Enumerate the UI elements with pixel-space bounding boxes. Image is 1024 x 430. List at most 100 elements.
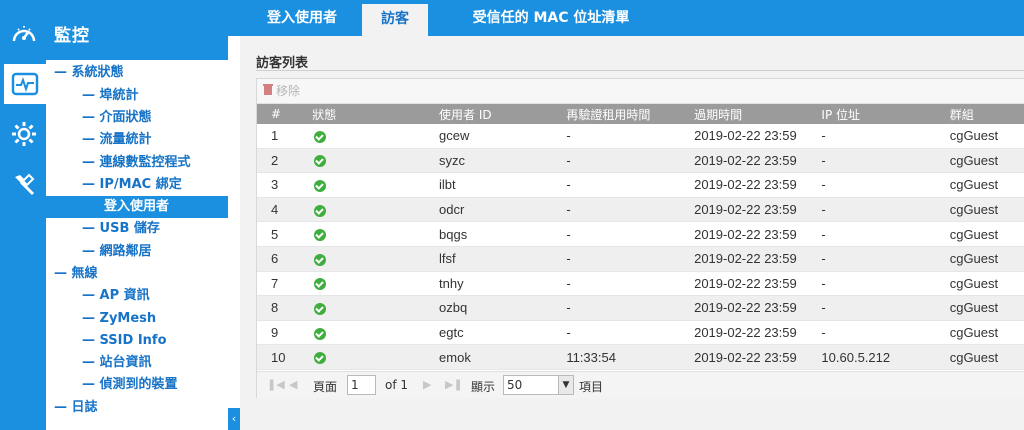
ip-address: - [821, 124, 950, 149]
sidebar-item-logs[interactable]: — 日誌 [54, 397, 98, 419]
group: cgGuest [949, 320, 1024, 346]
expire-time: 2019-02-22 23:59 [694, 271, 822, 297]
table-row[interactable]: 7 tnhy -2019-02-22 23:59- cgGuest [257, 271, 1024, 297]
gear-icon[interactable] [4, 114, 44, 154]
table-row[interactable]: 8 ozbq -2019-02-22 23:59- cgGuest [257, 295, 1024, 321]
remove-button[interactable]: 移除 [263, 81, 300, 101]
table-row[interactable]: 3 ilbt -2019-02-22 23:59- cgGuest [257, 172, 1024, 198]
last-page-icon[interactable]: ▶❚ [445, 378, 463, 391]
status-cell [312, 197, 440, 223]
table-header-row: # 狀態 使用者 ID 再驗證租用時間 過期時間 IP 位址 群組 [257, 104, 1024, 124]
prev-page-icon[interactable]: ◀ [289, 378, 297, 391]
check-circle-icon [314, 229, 327, 242]
next-page-icon[interactable]: ▶ [423, 378, 431, 391]
expire-time: 2019-02-22 23:59 [694, 172, 822, 198]
tab-guests[interactable]: 訪客 [362, 4, 428, 36]
maintenance-icon[interactable] [4, 164, 44, 204]
sidebar-item-interface-status[interactable]: — 介面狀態 [82, 107, 152, 129]
group: cgGuest [949, 295, 1024, 321]
group: cgGuest [949, 197, 1024, 223]
items-label: 項目 [579, 380, 604, 394]
row-number: 9 [257, 320, 313, 346]
reauth-lease: - [566, 295, 695, 321]
sidebar-item-zymesh[interactable]: — ZyMesh [82, 308, 156, 330]
user-id: ozbq [439, 295, 567, 321]
page-size-select[interactable]: 50 ▼ [503, 375, 574, 395]
tab-login-users[interactable]: 登入使用者 [242, 0, 362, 36]
table-row[interactable]: 4 odcr -2019-02-22 23:59- cgGuest [257, 197, 1024, 223]
status-cell [312, 295, 440, 321]
sidebar-item-login-users[interactable]: 登入使用者 [46, 196, 228, 218]
ip-address: - [821, 221, 950, 247]
table-row[interactable]: 6 lfsf -2019-02-22 23:59- cgGuest [257, 246, 1024, 272]
sidebar-item-session-monitor[interactable]: — 連線數監控程式 [82, 152, 191, 174]
table-row[interactable]: 10 emok 11:33:54 2019-02-22 23:59 10.60.5.21… [257, 344, 1024, 370]
monitor-icon[interactable] [4, 64, 46, 104]
user-id: lfsf [439, 246, 567, 272]
table-row[interactable]: 5 bqgs -2019-02-22 23:59- cgGuest [257, 221, 1024, 247]
expire-time: 2019-02-22 23:59 [694, 148, 822, 174]
group: cgGuest [949, 271, 1024, 297]
row-number: 6 [257, 246, 313, 272]
status-cell [312, 221, 440, 247]
ip-address: - [821, 246, 950, 272]
sidebar-item-traffic-stats[interactable]: — 流量統計 [82, 129, 152, 151]
user-id: odcr [439, 197, 567, 223]
column-header-number[interactable]: # [257, 104, 313, 124]
sidebar-item-network-neighbors[interactable]: — 網路鄰居 [82, 241, 152, 263]
sidebar-item-system-status[interactable]: — 系統狀態 [54, 62, 124, 84]
ip-address: - [821, 148, 950, 174]
status-cell [312, 124, 440, 149]
sidebar-collapse-button[interactable]: ‹ [228, 408, 240, 430]
table-row[interactable]: 1 gcew -2019-02-22 23:59- cgGuest [257, 124, 1024, 149]
check-circle-icon [314, 155, 327, 168]
column-header-expire-time[interactable]: 過期時間 [694, 104, 822, 124]
status-cell [312, 246, 440, 272]
first-page-icon[interactable]: ❚◀ [267, 378, 285, 391]
column-header-user-id[interactable]: 使用者 ID [439, 104, 567, 124]
reauth-lease: - [566, 148, 695, 174]
expire-time: 2019-02-22 23:59 [694, 246, 822, 272]
column-header-reauth-lease[interactable]: 再驗證租用時間 [566, 104, 695, 124]
status-cell [312, 172, 440, 198]
user-id: syzc [439, 148, 567, 174]
page-number-input[interactable]: 1 [347, 375, 376, 395]
row-number: 2 [257, 148, 313, 174]
row-number: 1 [257, 124, 313, 149]
group: cgGuest [949, 221, 1024, 247]
tab-trusted-mac-list[interactable]: 受信任的 MAC 位址清單 [446, 0, 656, 36]
guest-list-panel: 移除 # 狀態 使用者 ID 再驗證租用時間 過期時間 IP 位址 群組 1 gc… [256, 78, 1024, 398]
row-number: 3 [257, 172, 313, 198]
column-header-ip-address[interactable]: IP 位址 [821, 104, 950, 124]
check-circle-icon [314, 278, 327, 291]
sidebar-item-detected-devices[interactable]: — 偵測到的裝置 [82, 374, 178, 396]
sidebar-item-ip-mac-binding[interactable]: — IP/MAC 綁定 [82, 174, 182, 196]
sidebar-item-station-info[interactable]: — 站台資訊 [82, 352, 152, 374]
group: cgGuest [949, 124, 1024, 149]
reauth-lease: - [566, 320, 695, 346]
sidebar-item-ap-info[interactable]: — AP 資訊 [82, 285, 150, 307]
sidebar-item-port-stats[interactable]: — 埠統計 [82, 85, 139, 107]
sidebar-item-wireless[interactable]: — 無線 [54, 263, 98, 285]
section-title: 訪客列表 [256, 56, 309, 71]
sidebar-item-ssid-info[interactable]: — SSID Info [82, 330, 167, 352]
ip-address: - [821, 271, 950, 297]
dashboard-icon[interactable] [4, 14, 44, 54]
row-number: 4 [257, 197, 313, 223]
reauth-lease: 11:33:54 [566, 344, 695, 370]
reauth-lease: - [566, 124, 695, 149]
group: cgGuest [949, 172, 1024, 198]
ip-address: - [821, 295, 950, 321]
expire-time: 2019-02-22 23:59 [694, 197, 822, 223]
sidebar-item-usb-storage[interactable]: — USB 儲存 [82, 218, 160, 240]
status-cell [312, 344, 440, 370]
table-row[interactable]: 2 syzc -2019-02-22 23:59- cgGuest [257, 148, 1024, 174]
column-header-status[interactable]: 狀態 [312, 104, 440, 124]
ip-address: - [821, 172, 950, 198]
check-circle-icon [314, 352, 327, 365]
expire-time: 2019-02-22 23:59 [694, 124, 822, 149]
user-id: emok [439, 344, 567, 370]
table-row[interactable]: 9 egtc -2019-02-22 23:59- cgGuest [257, 320, 1024, 346]
toolbar: 移除 [257, 79, 1024, 104]
column-header-group[interactable]: 群組 [949, 104, 1024, 124]
